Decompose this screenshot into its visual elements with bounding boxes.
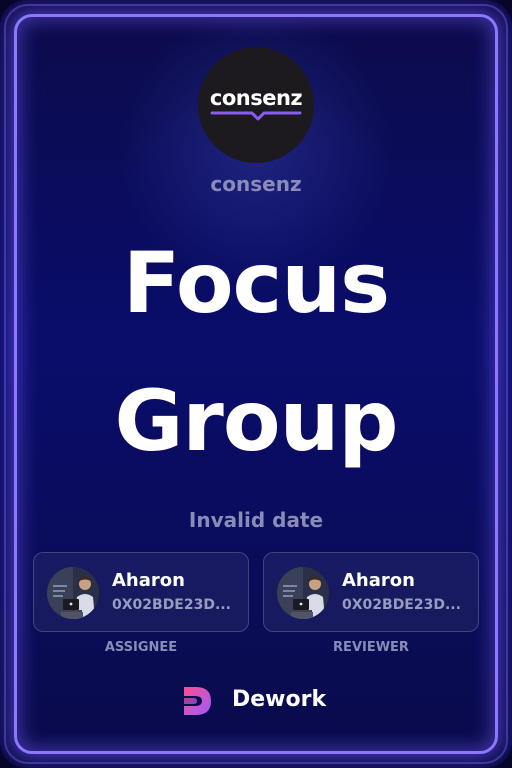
avatar-photo-icon <box>277 567 329 619</box>
assignee-name: Aharon <box>112 570 185 591</box>
dework-brand[interactable]: Dework <box>180 680 340 720</box>
task-title-line-1: Focus <box>122 234 390 332</box>
dework-logo-icon <box>184 687 211 715</box>
organization-name: consenz <box>210 172 302 196</box>
reviewer-address: 0X02BDE23D... <box>342 597 461 613</box>
avatar-photo-icon <box>47 567 99 619</box>
speech-underline-icon <box>210 111 302 121</box>
organization-logo: consenz <box>198 47 314 163</box>
reviewer-card[interactable]: Aharon 0X02BDE23D... <box>263 552 479 632</box>
task-title: Focus Group <box>30 214 482 490</box>
assignee-card[interactable]: Aharon 0X02BDE23D... <box>33 552 249 632</box>
reviewer-avatar <box>277 567 329 619</box>
assignee-address: 0X02BDE23D... <box>112 597 231 613</box>
reviewer-label: REVIEWER <box>333 640 409 655</box>
assignee-label: ASSIGNEE <box>104 640 178 655</box>
task-title-line-2: Group <box>114 372 398 470</box>
dework-brand-name: Dework <box>232 687 327 712</box>
assignee-avatar <box>47 567 99 619</box>
organization-logo-mark: consenz <box>208 85 304 125</box>
organization-logo-text: consenz <box>209 86 303 110</box>
reviewer-name: Aharon <box>342 570 415 591</box>
task-card: consenz consenz Focus Group Invalid date <box>0 0 512 768</box>
task-date: Invalid date <box>188 508 324 532</box>
